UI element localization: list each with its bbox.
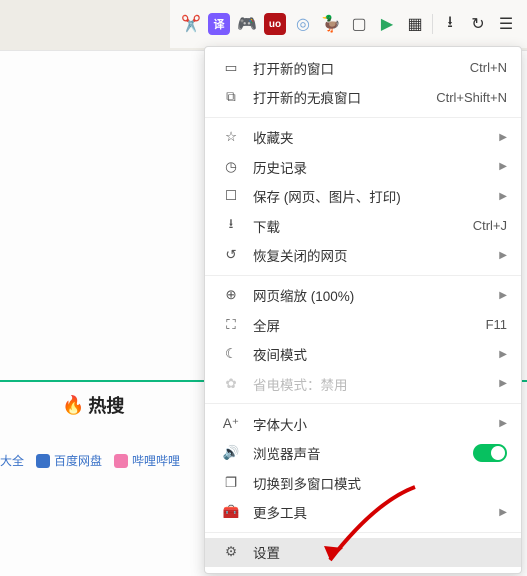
translate-icon[interactable]: 译 [208,13,230,35]
grid-icon[interactable]: ▦ [404,13,426,35]
scissors-icon[interactable]: ✂️ [180,13,202,35]
menu-label: 设置 [243,542,507,562]
menu-new-window[interactable]: ▭ 打开新的窗口 Ctrl+N [205,53,521,82]
chevron-right-icon: ▶ [499,191,507,202]
browser-main-menu: ▭ 打开新的窗口 Ctrl+N ⧉ 打开新的无痕窗口 Ctrl+Shift+N … [204,46,522,574]
footer-link-bilibili[interactable]: 哔哩哔哩 [114,452,180,469]
download-icon[interactable]: ⭳ [439,13,461,35]
menu-label: 夜间模式 [243,344,499,364]
windows-icon: ❐ [219,475,243,491]
menu-browser-sound[interactable]: 🔊 浏览器声音 [205,439,521,468]
menu-divider [205,403,521,404]
chevron-right-icon: ▶ [499,290,507,301]
footer-link-label: 大全 [0,452,24,469]
menu-shortcut: F11 [486,317,507,332]
menu-label: 字体大小 [243,414,499,434]
sound-icon: 🔊 [219,445,243,461]
menu-label: 更多工具 [243,502,499,522]
footer-link-daquan[interactable]: 大全 [0,452,24,469]
menu-settings[interactable]: ⚙ 设置 [205,538,521,567]
menu-new-incognito[interactable]: ⧉ 打开新的无痕窗口 Ctrl+Shift+N [205,82,521,111]
clock-icon: ◷ [219,159,243,175]
menu-label: 切换到多窗口模式 [243,473,507,493]
fullscreen-icon: ⛶ [219,317,243,333]
menu-font-size[interactable]: A⁺ 字体大小 ▶ [205,409,521,438]
menu-fullscreen[interactable]: ⛶ 全屏 F11 [205,310,521,339]
hot-label: 热搜 [88,392,124,418]
zoom-icon: ⊕ [219,287,243,303]
menu-label: 网页缩放 (100%) [243,285,499,305]
footer-link-baidupan[interactable]: 百度网盘 [36,452,102,469]
menu-downloads[interactable]: ⭳ 下载 Ctrl+J [205,211,521,240]
menu-label: 下载 [243,216,473,236]
gear-icon: ⚙ [219,544,243,560]
chevron-right-icon: ▶ [499,250,507,261]
menu-shortcut: Ctrl+J [473,218,507,233]
incognito-icon: ⧉ [219,89,243,105]
save-icon: ☐ [219,188,243,204]
menu-label: 省电模式：禁用 [243,374,499,394]
chevron-right-icon: ▶ [499,132,507,143]
chevron-right-icon: ▶ [499,349,507,360]
bilibili-icon [114,454,128,468]
menu-shortcut: Ctrl+N [470,60,507,75]
sound-toggle[interactable] [473,444,507,462]
download-icon: ⭳ [219,214,243,237]
star-icon: ☆ [219,129,243,145]
flame-icon: 🔥 [62,395,84,416]
moon-icon: ☾ [219,346,243,362]
menu-label: 恢复关闭的网页 [243,245,499,265]
font-icon: A⁺ [219,416,243,432]
footer-link-label: 哔哩哔哩 [132,452,180,469]
shield-icon[interactable]: uo [264,13,286,35]
menu-divider [205,532,521,533]
menu-shortcut: Ctrl+Shift+N [436,90,507,105]
restore-icon: ↺ [219,247,243,263]
gamepad-icon[interactable]: 🎮 [236,13,258,35]
baidupan-icon [36,454,50,468]
chevron-right-icon: ▶ [499,507,507,518]
chevron-right-icon: ▶ [499,378,507,389]
chevron-right-icon: ▶ [499,161,507,172]
reload-icon[interactable]: ↻ [467,13,489,35]
leaf-icon: ✿ [219,376,243,392]
menu-save[interactable]: ☐ 保存 (网页、图片、打印) ▶ [205,182,521,211]
menu-label: 收藏夹 [243,127,499,147]
menu-zoom[interactable]: ⊕ 网页缩放 (100%) ▶ [205,281,521,310]
menu-multi-window[interactable]: ❐ 切换到多窗口模式 [205,468,521,497]
hot-search-heading: 🔥 热搜 [62,392,124,418]
hamburger-menu-icon[interactable]: ☰ [495,13,517,35]
menu-label: 打开新的窗口 [243,58,470,78]
menu-label: 打开新的无痕窗口 [243,87,436,107]
duck-icon[interactable]: 🦆 [320,13,342,35]
menu-label: 浏览器声音 [243,443,473,463]
menu-divider [205,117,521,118]
menu-restore-closed[interactable]: ↺ 恢复关闭的网页 ▶ [205,240,521,269]
menu-label: 历史记录 [243,157,499,177]
menu-divider [205,275,521,276]
menu-more-tools[interactable]: 🧰 更多工具 ▶ [205,497,521,526]
window-icon: ▭ [219,60,243,76]
footer-link-label: 百度网盘 [54,452,102,469]
menu-night-mode[interactable]: ☾ 夜间模式 ▶ [205,339,521,368]
footer-links: 大全 百度网盘 哔哩哔哩 [0,452,180,469]
toolbox-icon: 🧰 [219,504,243,520]
book-icon[interactable]: ▢ [348,13,370,35]
chevron-right-icon: ▶ [499,418,507,429]
menu-label: 保存 (网页、图片、打印) [243,186,499,206]
browser-toolbar: ✂️ 译 🎮 uo ◎ 🦆 ▢ ▶ ▦ ⭳ ↻ ☰ [170,0,527,48]
toolbar-separator [432,14,433,34]
menu-history[interactable]: ◷ 历史记录 ▶ [205,152,521,181]
menu-bookmarks[interactable]: ☆ 收藏夹 ▶ [205,123,521,152]
menu-label: 全屏 [243,315,486,335]
store-icon[interactable]: ▶ [376,13,398,35]
menu-power-save[interactable]: ✿ 省电模式：禁用 ▶ [205,369,521,398]
swirl-icon[interactable]: ◎ [292,13,314,35]
